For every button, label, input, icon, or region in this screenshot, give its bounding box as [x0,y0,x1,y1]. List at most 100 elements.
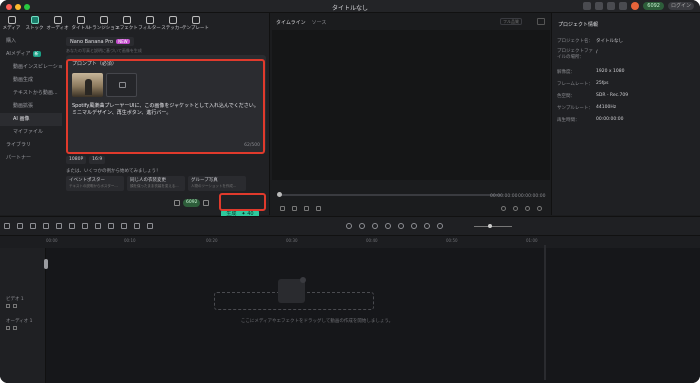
sidebar-item-ai-media[interactable]: AIメディア新 [0,48,62,61]
rewind-icon[interactable] [292,206,297,211]
prop-label: プロジェクトファイルの場所： [557,49,593,60]
tool-media[interactable]: メディア [0,13,23,33]
ripple-icon[interactable] [359,223,365,229]
properties-header: プロジェクト情報 [558,22,599,28]
fullscreen-icon[interactable] [537,206,542,211]
mic-icon[interactable] [385,223,391,229]
layout-icon[interactable] [607,2,616,10]
ruler-tick: 00:40 [366,238,378,243]
sidebar-item-purchase[interactable]: 購入 [0,35,62,48]
eye-icon[interactable] [13,304,17,308]
tool-transition[interactable]: トランジション [88,13,119,33]
prop-value: タイトルなし [596,39,623,44]
playhead[interactable] [44,259,48,269]
tool-label: ストック [25,25,44,31]
snap-icon[interactable] [346,223,352,229]
preview-panel: タイムライン ソース フル品質 00:00:00:00 00:00:00:00 [272,13,550,215]
delete-icon[interactable] [56,223,62,229]
chip-title: グループ写真 [191,178,218,183]
app-window: タイトルなし 6092 ログイン メディア ストック オーディオ タイトル トラ… [0,0,700,383]
camera-icon[interactable] [525,206,530,211]
close-icon[interactable] [300,277,306,283]
effect-icon [122,15,131,24]
shield-icon[interactable] [398,223,404,229]
prop-value: / [596,50,598,55]
speed-icon[interactable] [108,223,114,229]
effects-icon[interactable] [424,223,430,229]
zoom-out-icon[interactable] [437,223,443,229]
sidebar-item-library[interactable]: ライブラリ [0,139,62,152]
sidebar-item-ai-image[interactable]: AI 画像 [0,113,62,126]
snapshot-icon[interactable] [537,18,545,25]
zoom-handle[interactable] [488,224,492,228]
sidebar-item-inspiration[interactable]: 動画インスピレーション [0,61,62,74]
preview-scrubber[interactable] [278,194,502,196]
media-icon [7,15,16,24]
lock-icon[interactable] [6,326,10,330]
select-icon[interactable] [4,223,10,229]
marker-icon[interactable] [501,206,506,211]
zoom-slider[interactable] [474,226,512,227]
undo-icon[interactable] [30,223,36,229]
tool-sticker[interactable]: ステッカー [161,13,184,33]
track-audio-controls [6,326,17,330]
sidebar-item-video-extend[interactable]: 動画拡張 [0,100,62,113]
timeline-tracks[interactable] [0,248,700,383]
example-chip[interactable]: 同じ人の衣装変更 顔を保ったまま衣装を変える... [127,176,185,191]
resolution-select[interactable]: 1080P [66,156,87,164]
tab-source[interactable]: ソース [312,19,327,26]
timeline-scrollbar[interactable] [544,245,546,380]
speaker-icon[interactable] [13,326,17,330]
bell-icon[interactable] [619,2,628,10]
mask-icon[interactable] [134,223,140,229]
sidebar-item-label: AIメディア [6,51,31,57]
tool-label: ステッカー [161,25,184,31]
stop-icon[interactable] [316,206,321,211]
razor-icon[interactable] [17,223,23,229]
aspect-select[interactable]: 16:9 [89,156,106,164]
timeline-ruler: 00:00 00:10 00:20 00:30 00:40 00:50 01:0… [0,236,700,248]
tool-stock[interactable]: ストック [23,13,46,33]
marker-icon[interactable] [372,223,378,229]
sidebar-item-video-gen[interactable]: 動画生成 [0,74,62,87]
ruler-tick: 00:10 [124,238,136,243]
more-icon[interactable] [147,223,153,229]
cloud-icon[interactable] [583,2,592,10]
example-chip[interactable]: イベントポスター テキストの説明からポスター... [66,176,124,191]
tool-effect[interactable]: エフェクト [115,13,138,33]
sticker-icon [168,15,177,24]
color-icon[interactable] [121,223,127,229]
quality-select[interactable]: フル品質 [500,18,522,25]
tool-template[interactable]: テンプレート [182,13,209,33]
sidebar-item-my-files[interactable]: マイファイル [0,126,62,139]
audio-mix-icon[interactable] [411,223,417,229]
redo-icon[interactable] [43,223,49,229]
sidebar-item-partner[interactable]: パートナー [0,152,62,165]
crop-icon[interactable] [82,223,88,229]
tool-label: テンプレート [182,25,209,31]
play-icon[interactable] [304,206,309,211]
options-row: 1080P 16:9 [66,156,106,164]
login-button[interactable]: ログイン [668,2,694,10]
points-badge[interactable]: 6092 [643,2,664,10]
avatar[interactable] [631,2,640,10]
export-icon[interactable] [595,2,604,10]
example-chip[interactable]: グループ写真 人物のツーショットを作成... [188,176,246,191]
lock-icon[interactable] [6,304,10,308]
split-icon[interactable] [69,223,75,229]
sidebar-item-text-to-video[interactable]: テキストから動画... [0,87,62,100]
audio-icon [53,15,62,24]
tab-timeline[interactable]: タイムライン [276,19,306,26]
model-selector[interactable]: Nano Banana Pro NEW [66,37,134,46]
volume-icon[interactable] [513,206,518,211]
prop-label: サンプルレート： [557,106,593,111]
scrubber-handle[interactable] [277,192,282,197]
tool-filter[interactable]: フィルター [138,13,161,33]
drop-hint: ここにメディアやエフェクトをドラッグして動画の作成を開始しましょう。 [240,319,394,324]
refresh-icon[interactable] [203,200,210,206]
history-icon[interactable] [174,200,180,206]
prev-frame-icon[interactable] [280,206,285,211]
tool-audio[interactable]: オーディオ [46,13,69,33]
text-icon[interactable] [95,223,101,229]
title-icon [76,15,85,24]
